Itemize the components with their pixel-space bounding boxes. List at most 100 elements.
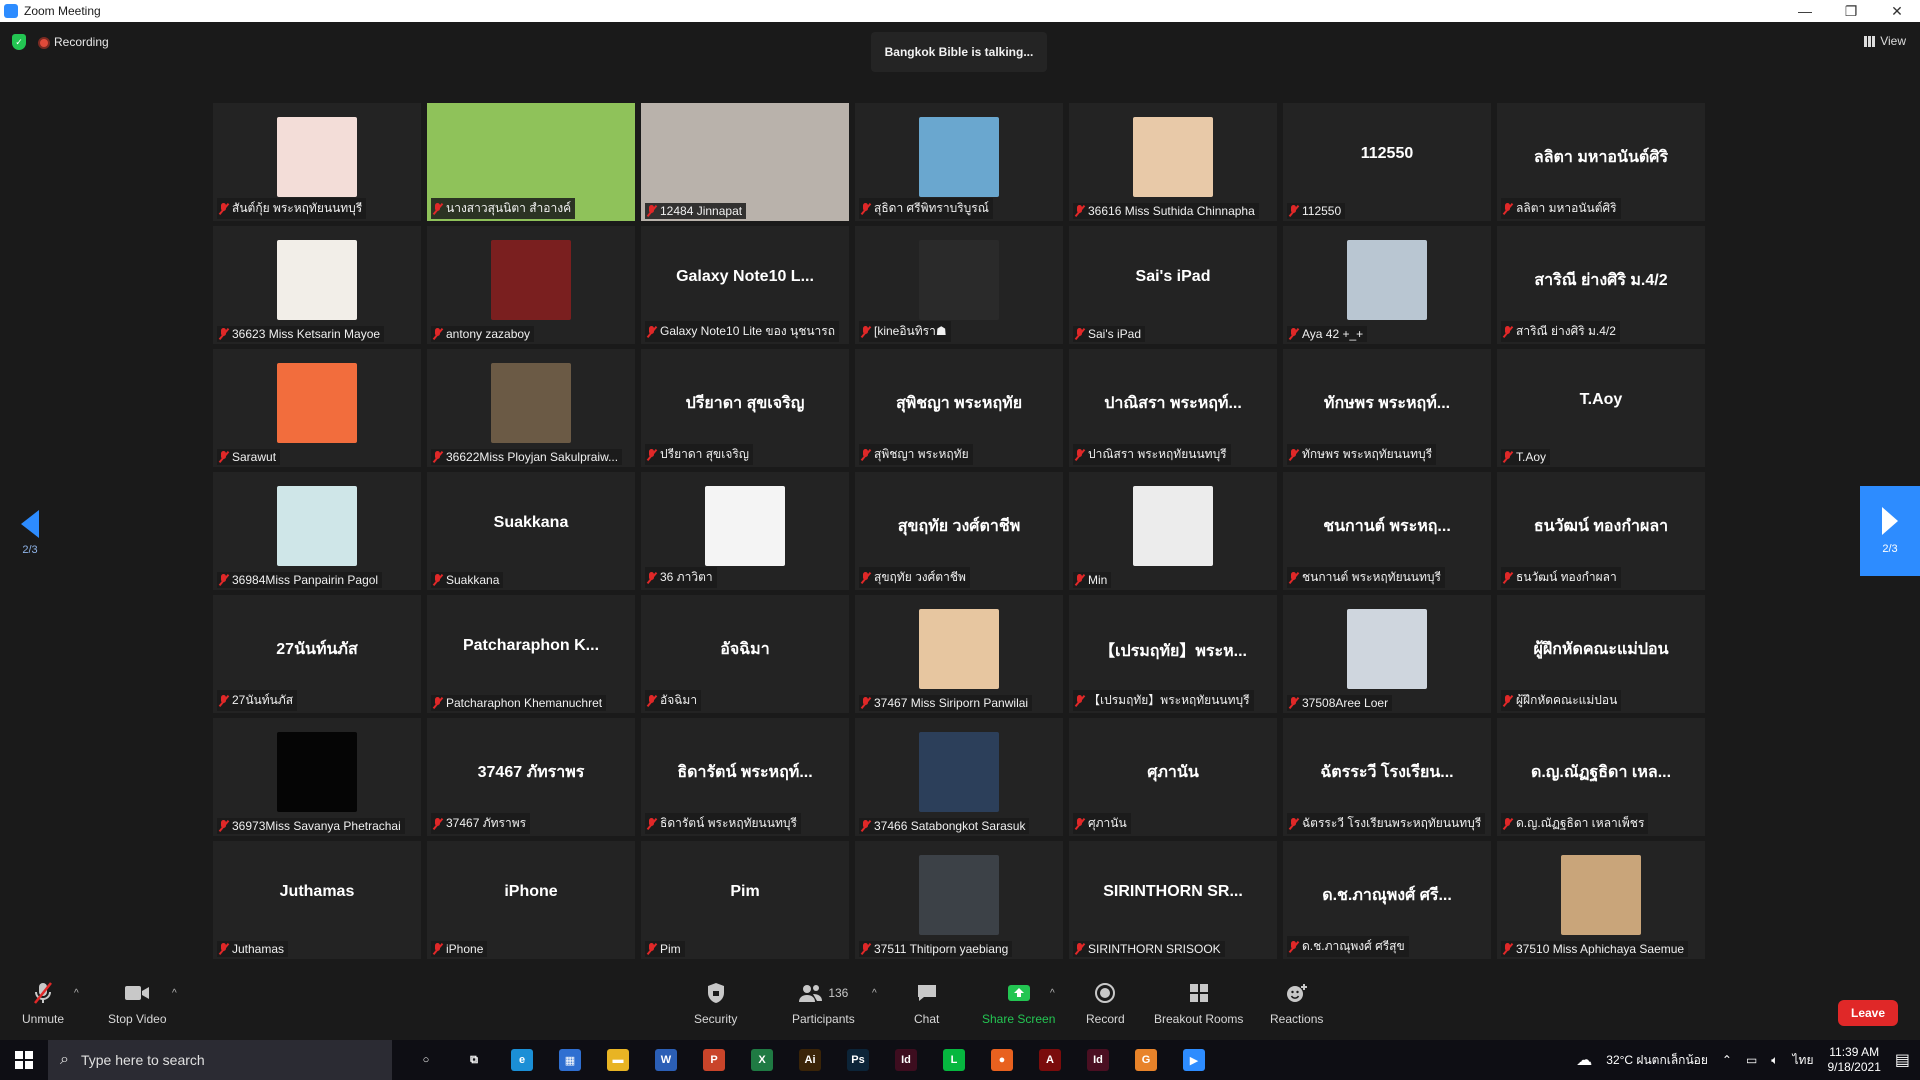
participant-tile[interactable]: 37467 Miss Siriporn Panwilai	[855, 595, 1063, 713]
taskbar-clock[interactable]: 11:39 AM 9/18/2021	[1827, 1045, 1880, 1075]
participant-tile[interactable]: 36984Miss Panpairin Pagol	[213, 472, 421, 590]
participant-tile[interactable]: สุขฤทัย วงศ์ตาชีพ สุขฤทัย วงศ์ตาชีพ	[855, 472, 1063, 590]
participant-tile[interactable]: 12484 Jinnapat	[641, 103, 849, 221]
participant-tile[interactable]: ปาณิสรา พระหฤท์... ปาณิสรา พระหฤทัยนนทบุร…	[1069, 349, 1277, 467]
zoom-taskbar-taskbar-button[interactable]: ▶	[1170, 1040, 1218, 1080]
participant-tile[interactable]: Min	[1069, 472, 1277, 590]
participant-tile[interactable]: 【เปรมฤทัย】พระห... 【เปรมฤทัย】พระหฤทัยนนทบุ…	[1069, 595, 1277, 713]
recording-indicator[interactable]: Recording	[38, 35, 109, 49]
participant-tile[interactable]: ด.ญ.ณัฏฐธิดา เหล... ด.ญ.ณัฏฐธิดา เหลาเพ็ช…	[1497, 718, 1705, 836]
participant-tile[interactable]: สุธิดา ศรีพิทราบริบูรณ์	[855, 103, 1063, 221]
participant-tile[interactable]: [kineอินทิรา☗	[855, 226, 1063, 344]
participant-tile[interactable]: สันต์กุ้ย พระหฤทัยนนทบุรี	[213, 103, 421, 221]
task-view-taskbar-button[interactable]: ⧉	[450, 1040, 498, 1080]
participant-tile[interactable]: SIRINTHORN SR... SIRINTHORN SRISOOK	[1069, 841, 1277, 959]
network-icon[interactable]: ▭	[1746, 1053, 1757, 1067]
participant-tile[interactable]: ผู้ฝึกหัดคณะแม่ปอน ผู้ฝึกหัดคณะแม่ปอน	[1497, 595, 1705, 713]
participant-tile[interactable]: ลลิตา มหาอนันต์ศิริ ลลิตา มหาอนันต์ศิริ	[1497, 103, 1705, 221]
participants-button[interactable]: 136 Participants	[792, 980, 855, 1026]
participant-tile[interactable]: อัจฉิมา อัจฉิมา	[641, 595, 849, 713]
participant-tile[interactable]: Juthamas Juthamas	[213, 841, 421, 959]
participant-tile[interactable]: iPhone iPhone	[427, 841, 635, 959]
indesign2-taskbar-button[interactable]: Id	[1074, 1040, 1122, 1080]
participant-name: สาริณี ย่างศิริ ม.4/2	[1516, 324, 1616, 338]
taskbar-search-box[interactable]: ⌕ Type here to search	[48, 1040, 392, 1080]
participant-tile[interactable]: Patcharaphon K... Patcharaphon Khemanuchr…	[427, 595, 635, 713]
participant-tile[interactable]: antony zazaboy	[427, 226, 635, 344]
powerpoint-taskbar-button[interactable]: P	[690, 1040, 738, 1080]
participant-tile[interactable]: 37466 Satabongkot Sarasuk	[855, 718, 1063, 836]
edge-taskbar-button[interactable]: e	[498, 1040, 546, 1080]
close-button[interactable]: ✕	[1874, 0, 1920, 22]
minimize-button[interactable]: —	[1782, 0, 1828, 22]
participant-tile[interactable]: ธนวัฒน์ ทองกำผลา ธนวัฒน์ ทองกำผลา	[1497, 472, 1705, 590]
participant-tile[interactable]: Sai's iPad Sai's iPad	[1069, 226, 1277, 344]
view-button[interactable]: View	[1864, 34, 1906, 48]
share-screen-button[interactable]: Share Screen	[982, 980, 1055, 1026]
participant-tile[interactable]: ทักษพร พระหฤท์... ทักษพร พระหฤทัยนนทบุรี	[1283, 349, 1491, 467]
next-page-button[interactable]: 2/3	[1860, 486, 1920, 576]
grammarly-taskbar-button[interactable]: G	[1122, 1040, 1170, 1080]
stop-video-button[interactable]: Stop Video	[108, 980, 167, 1026]
security-button[interactable]: Security	[694, 980, 737, 1026]
start-button[interactable]	[0, 1040, 48, 1080]
line-taskbar-button[interactable]: L	[930, 1040, 978, 1080]
share-options-caret-icon[interactable]: ^	[1050, 988, 1055, 999]
volume-icon[interactable]: 🔈︎	[1771, 1053, 1778, 1068]
participant-tile[interactable]: T.Aoy T.Aoy	[1497, 349, 1705, 467]
notifications-icon[interactable]: ▤	[1895, 1050, 1910, 1070]
participant-tile[interactable]: สุพิชญา พระหฤทัย สุพิชญา พระหฤทัย	[855, 349, 1063, 467]
chat-button[interactable]: Chat	[914, 980, 939, 1026]
participant-tile[interactable]: 112550 112550	[1283, 103, 1491, 221]
firefox-taskbar-button[interactable]: ●	[978, 1040, 1026, 1080]
breakout-rooms-button[interactable]: Breakout Rooms	[1154, 980, 1243, 1026]
weather-cloud-icon[interactable]: ☁	[1576, 1050, 1592, 1070]
photoshop-taskbar-button[interactable]: Ps	[834, 1040, 882, 1080]
participant-tile[interactable]: นางสาวสุนนิตา สำอางค์	[427, 103, 635, 221]
reactions-button[interactable]: Reactions	[1270, 980, 1323, 1026]
participant-tile[interactable]: ฉัตรระวี โรงเรียน... ฉัตรระวี โรงเรียนพระ…	[1283, 718, 1491, 836]
muted-mic-icon	[647, 448, 656, 461]
tray-expand-icon[interactable]: ⌃	[1722, 1053, 1732, 1067]
encryption-shield-icon[interactable]: ✓	[12, 34, 26, 50]
participant-tile[interactable]: Pim Pim	[641, 841, 849, 959]
participant-tile[interactable]: Galaxy Note10 L... Galaxy Note10 Lite ของ…	[641, 226, 849, 344]
illustrator-taskbar-button[interactable]: Ai	[786, 1040, 834, 1080]
input-language[interactable]: ไทย	[1793, 1051, 1814, 1070]
restore-button[interactable]: ❐	[1828, 0, 1874, 22]
acrobat-taskbar-button[interactable]: A	[1026, 1040, 1074, 1080]
participant-tile[interactable]: 37510 Miss Aphichaya Saemue	[1497, 841, 1705, 959]
indesign-taskbar-button[interactable]: Id	[882, 1040, 930, 1080]
participant-tile[interactable]: 36973Miss Savanya Phetrachai	[213, 718, 421, 836]
participant-tile[interactable]: 36623 Miss Ketsarin Mayoe	[213, 226, 421, 344]
participant-tile[interactable]: Aya 42 +_+	[1283, 226, 1491, 344]
leave-button[interactable]: Leave	[1838, 1000, 1898, 1026]
word-taskbar-button[interactable]: W	[642, 1040, 690, 1080]
participant-tile[interactable]: ชนกานต์ พระหฤ... ชนกานต์ พระหฤทัยนนทบุรี	[1283, 472, 1491, 590]
unmute-button[interactable]: Unmute	[22, 980, 64, 1026]
calculator-taskbar-button[interactable]: ▦	[546, 1040, 594, 1080]
participant-tile[interactable]: Suakkana Suakkana	[427, 472, 635, 590]
participant-tile[interactable]: 37467 ภัทราพร 37467 ภัทราพร	[427, 718, 635, 836]
weather-text[interactable]: 32°C ฝนตกเล็กน้อย	[1606, 1051, 1708, 1070]
participant-tile[interactable]: สาริณี ย่างศิริ ม.4/2 สาริณี ย่างศิริ ม.4…	[1497, 226, 1705, 344]
participant-tile[interactable]: ธิดารัตน์ พระหฤท์... ธิดารัตน์ พระหฤทัยนน…	[641, 718, 849, 836]
participant-tile[interactable]: 37508Aree Loer	[1283, 595, 1491, 713]
participants-caret-icon[interactable]: ^	[872, 988, 877, 999]
participant-tile[interactable]: 36 ภาวิตา	[641, 472, 849, 590]
record-button[interactable]: Record	[1086, 980, 1125, 1026]
participant-tile[interactable]: 27นันท์นภัส 27นันท์นภัส	[213, 595, 421, 713]
participant-tile[interactable]: ด.ช.ภาณุพงศ์ ศรี... ด.ช.ภาณุพงศ์ ศรีสุข	[1283, 841, 1491, 959]
participant-tile[interactable]: 37511 Thitiporn yaebiang	[855, 841, 1063, 959]
audio-options-caret-icon[interactable]: ^	[74, 988, 79, 999]
cortana-taskbar-button[interactable]: ○	[402, 1040, 450, 1080]
excel-taskbar-button[interactable]: X	[738, 1040, 786, 1080]
participant-tile[interactable]: 36622Miss Ployjan Sakulpraiw...	[427, 349, 635, 467]
participant-tile[interactable]: ปรียาดา สุขเจริญ ปรียาดา สุขเจริญ	[641, 349, 849, 467]
previous-page-button[interactable]: 2/3	[16, 510, 44, 556]
video-options-caret-icon[interactable]: ^	[172, 988, 177, 999]
participant-tile[interactable]: 36616 Miss Suthida Chinnapha	[1069, 103, 1277, 221]
participant-tile[interactable]: ศุภานัน ศุภานัน	[1069, 718, 1277, 836]
participant-tile[interactable]: Sarawut	[213, 349, 421, 467]
file-explorer-taskbar-button[interactable]: ▬	[594, 1040, 642, 1080]
